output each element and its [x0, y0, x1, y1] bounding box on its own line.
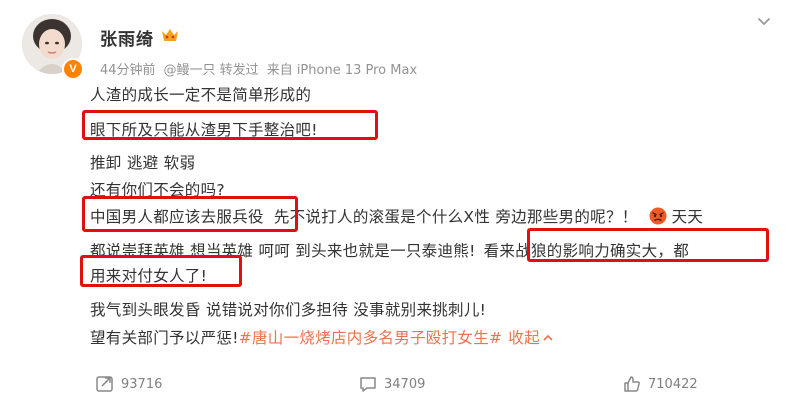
repost-button[interactable]: 93716 — [95, 374, 162, 394]
collapse-link[interactable]: 收起 — [508, 329, 554, 347]
post-text-segment: 天天 — [671, 208, 704, 226]
member-crown-icon[interactable] — [160, 26, 180, 44]
post-text-segment: 先不说打人的滚蛋是个什么X性 旁边那些男的呢？！ — [273, 208, 638, 226]
post-source: 来自 iPhone 13 Pro Max — [266, 63, 418, 78]
highlight-box — [82, 196, 298, 232]
post-text-line: 人渣的成长一定不是简单形成的 — [90, 86, 312, 104]
weibo-post: V 张雨绮 44分钟前 @鳗一只 转发过 来自 iPhone 13 Pro Max … — [0, 0, 800, 415]
highlight-box — [527, 228, 769, 262]
like-count: 710422 — [648, 376, 698, 392]
username[interactable]: 张雨绮 — [100, 25, 154, 50]
comment-button[interactable]: 34709 — [358, 374, 425, 394]
highlight-box — [80, 255, 242, 287]
post-actions-bar: 93716 34709 710422 — [0, 362, 800, 402]
angry-emoji-icon — [649, 207, 667, 225]
collapse-label: 收起 — [508, 329, 540, 347]
hashtag-link[interactable]: #唐山一烧烤店内多名男子殴打女生# — [239, 329, 503, 347]
verified-badge-icon: V — [62, 58, 84, 80]
post-text-line: 望有关部门予以严惩!#唐山一烧烤店内多名男子殴打女生# 收起 — [90, 326, 554, 348]
chevron-down-icon[interactable] — [754, 12, 774, 32]
comment-count: 34709 — [384, 376, 426, 392]
thumbs-up-icon — [624, 376, 640, 392]
highlight-box — [82, 110, 378, 140]
share-icon — [96, 376, 113, 392]
post-text-line: 推卸 逃避 软弱 — [90, 154, 196, 172]
post-text-segment: 望有关部门予以严惩! — [90, 329, 239, 347]
chevron-up-icon — [543, 334, 553, 341]
post-meta: 44分钟前 @鳗一只 转发过 来自 iPhone 13 Pro Max — [100, 59, 425, 78]
like-button[interactable]: 710422 — [622, 374, 698, 394]
post-time[interactable]: 44分钟前 — [100, 63, 156, 78]
comment-icon — [360, 377, 376, 392]
post-text-line: 我气到头眼发昏 说错说对你们多担待 没事就别来挑刺儿! — [90, 301, 487, 319]
repost-via[interactable]: @鳗一只 转发过 — [164, 63, 259, 78]
repost-count: 93716 — [121, 376, 163, 392]
